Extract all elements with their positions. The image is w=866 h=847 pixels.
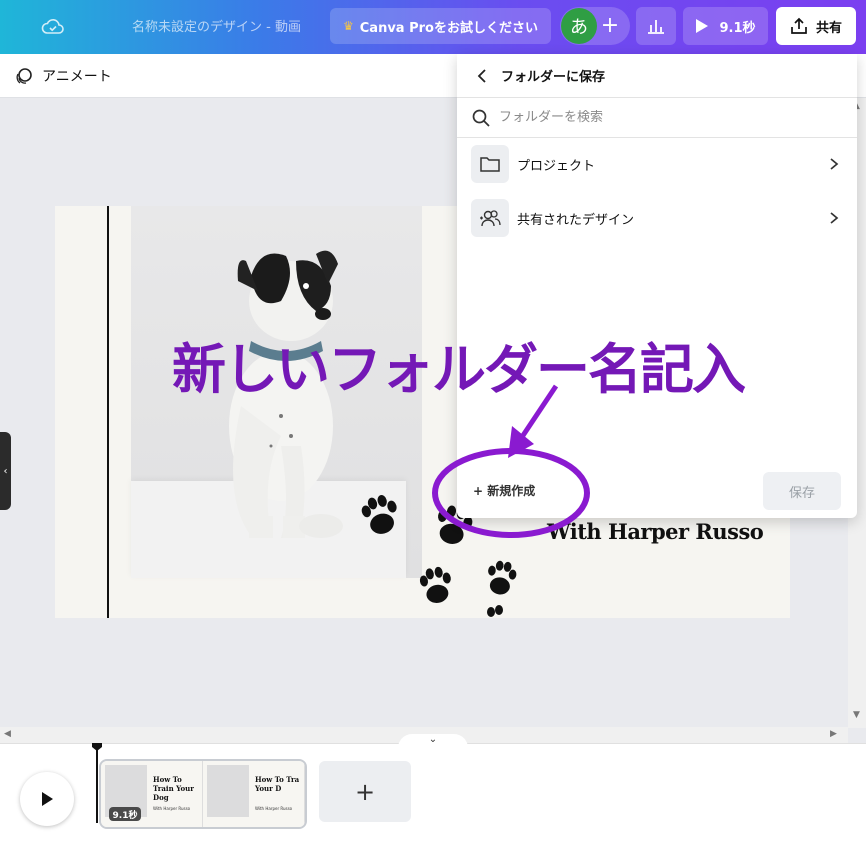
thumb-title: How To Train Your Dog — [153, 775, 194, 802]
thumb-photo — [207, 765, 249, 817]
bar-chart-icon — [648, 20, 664, 34]
clip-thumbnail: How To Train Your Dog With Harper Russo … — [101, 761, 203, 827]
annotation-text: 新しいフォルダー名記入 — [172, 338, 746, 401]
back-arrow-icon[interactable] — [473, 67, 491, 85]
share-label: 共有 — [815, 20, 842, 36]
chevron-left-icon: ‹ — [3, 465, 8, 477]
folder-search-input[interactable] — [499, 110, 819, 125]
panel-header: フォルダーに保存 — [457, 54, 857, 98]
folder-item-label: 共有されたデザイン — [517, 212, 635, 228]
thumb-byline: With Harper Russo — [153, 806, 191, 811]
collapse-timeline-tab[interactable]: ⌄ — [398, 734, 468, 748]
thumb-byline: With Harper Russo — [255, 806, 293, 811]
animate-label: アニメート — [42, 69, 112, 85]
shared-users-icon — [471, 199, 509, 237]
animate-icon — [16, 68, 32, 84]
duration-label: 9.1秒 — [719, 20, 756, 36]
folder-item-projects[interactable]: プロジェクト — [471, 144, 841, 184]
save-button[interactable]: 保存 — [763, 472, 841, 510]
cloud-saved-icon[interactable] — [40, 14, 66, 40]
scroll-right-icon[interactable]: ▶ — [830, 729, 837, 739]
try-pro-label: Canva Proをお試しください — [359, 20, 538, 36]
clip-thumbnail: How To Tra Your D With Harper Russo — [203, 761, 305, 827]
scroll-left-icon[interactable]: ◀ — [4, 729, 11, 739]
panel-title: フォルダーに保存 — [501, 70, 606, 85]
chevron-right-icon — [830, 212, 839, 224]
play-icon — [696, 19, 709, 33]
crown-icon: ♛ — [343, 19, 354, 33]
save-to-folder-panel: フォルダーに保存 プロジェクト 共有されたデザイン + 新規作成 保存 — [457, 54, 857, 518]
design-title[interactable]: 名称未設定のデザイン - 動画 — [132, 16, 301, 35]
play-icon — [42, 792, 53, 806]
chevron-right-icon — [830, 158, 839, 170]
animate-button[interactable]: アニメート — [14, 66, 112, 86]
top-toolbar: 名称未設定のデザイン - 動画 ♛ Canva Proをお試しください あ + … — [0, 0, 866, 54]
play-button[interactable] — [20, 772, 74, 826]
thumb-title: How To Tra Your D — [255, 775, 300, 793]
avatar[interactable]: あ — [561, 8, 597, 44]
clip-duration-badge: 9.1秒 — [109, 807, 141, 821]
add-page-button[interactable]: + — [319, 761, 411, 822]
playhead-handle-icon[interactable] — [91, 742, 103, 752]
scroll-down-icon[interactable]: ▼ — [853, 710, 860, 720]
folder-item-shared-designs[interactable]: 共有されたデザイン — [471, 198, 841, 238]
present-button[interactable]: 9.1秒 — [683, 7, 768, 45]
folder-icon — [471, 145, 509, 183]
folder-item-label: プロジェクト — [517, 158, 596, 174]
insights-button[interactable] — [636, 7, 676, 45]
share-button[interactable]: 共有 — [776, 7, 856, 45]
chevron-down-icon: ⌄ — [428, 734, 438, 745]
save-label: 保存 — [788, 485, 815, 501]
add-collaborator-icon[interactable]: + — [600, 11, 620, 41]
new-folder-button[interactable]: + 新規作成 — [473, 482, 535, 499]
playhead[interactable] — [96, 743, 98, 823]
search-icon — [472, 109, 490, 127]
timeline-clip[interactable]: How To Train Your Dog With Harper Russo … — [99, 759, 307, 829]
upload-icon — [791, 17, 807, 34]
folder-search — [457, 98, 857, 138]
expand-side-panel-tab[interactable]: ‹ — [0, 432, 11, 510]
try-pro-button[interactable]: ♛ Canva Proをお試しください — [330, 8, 551, 44]
